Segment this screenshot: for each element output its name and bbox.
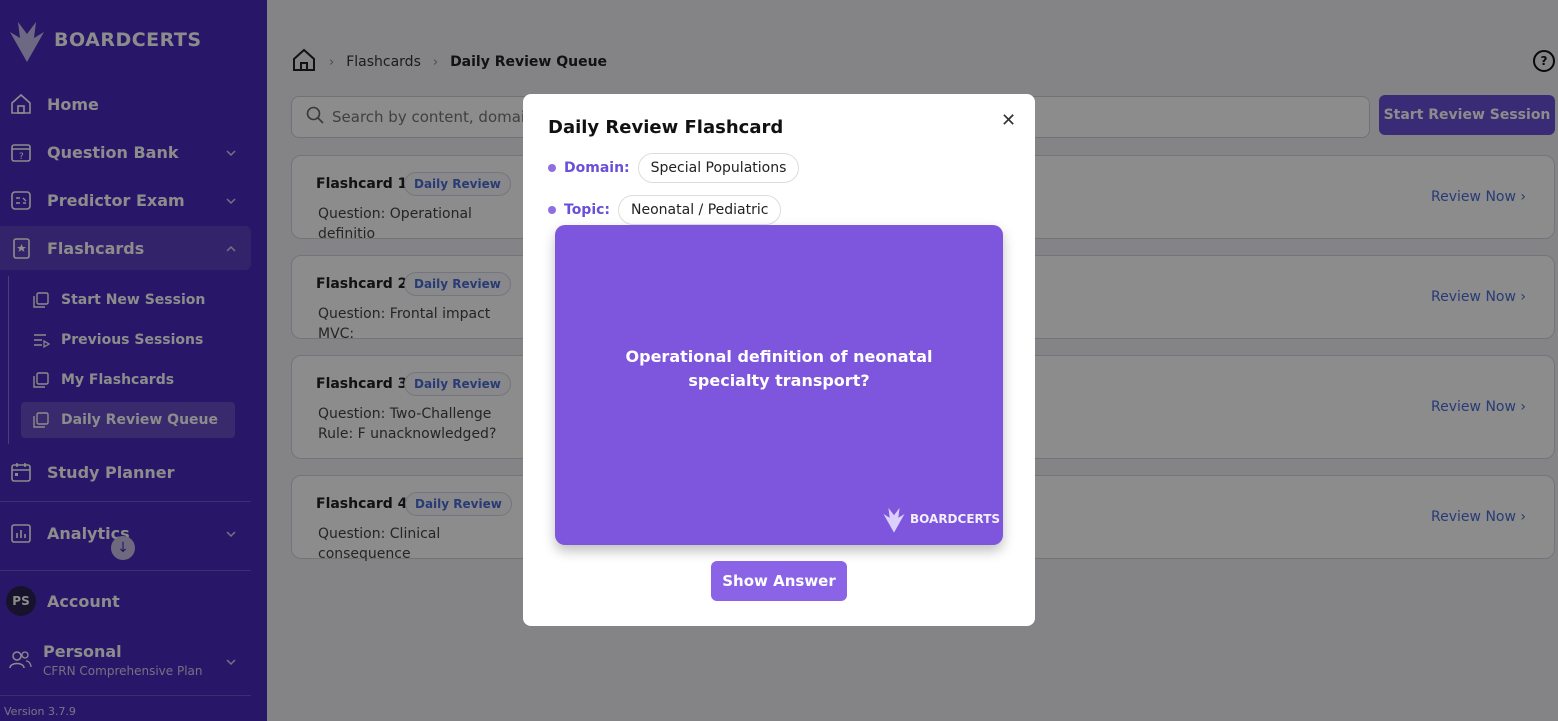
modal-title: Daily Review Flashcard: [548, 117, 784, 138]
flashcard-question-text: Operational definition of neonatal speci…: [625, 347, 933, 390]
card-brand-logo: BOARDCERTS: [881, 505, 1000, 533]
bullet-icon: [548, 206, 556, 214]
topic-row: Topic: Neonatal / Pediatric: [548, 195, 782, 225]
logo-icon: [883, 507, 905, 533]
topic-pill: Neonatal / Pediatric: [618, 195, 782, 225]
flashcard-face[interactable]: Operational definition of neonatal speci…: [555, 225, 1003, 545]
show-answer-button[interactable]: Show Answer: [711, 561, 847, 601]
domain-row: Domain: Special Populations: [548, 153, 800, 183]
bullet-icon: [548, 164, 556, 172]
domain-pill: Special Populations: [637, 153, 800, 183]
domain-label: Domain:: [564, 160, 630, 176]
topic-label: Topic:: [564, 202, 611, 218]
flashcard-modal: Daily Review Flashcard ✕ Domain: Special…: [523, 94, 1035, 626]
close-icon[interactable]: ✕: [1001, 110, 1016, 131]
card-brand-name: BOARDCERTS: [910, 512, 1001, 526]
